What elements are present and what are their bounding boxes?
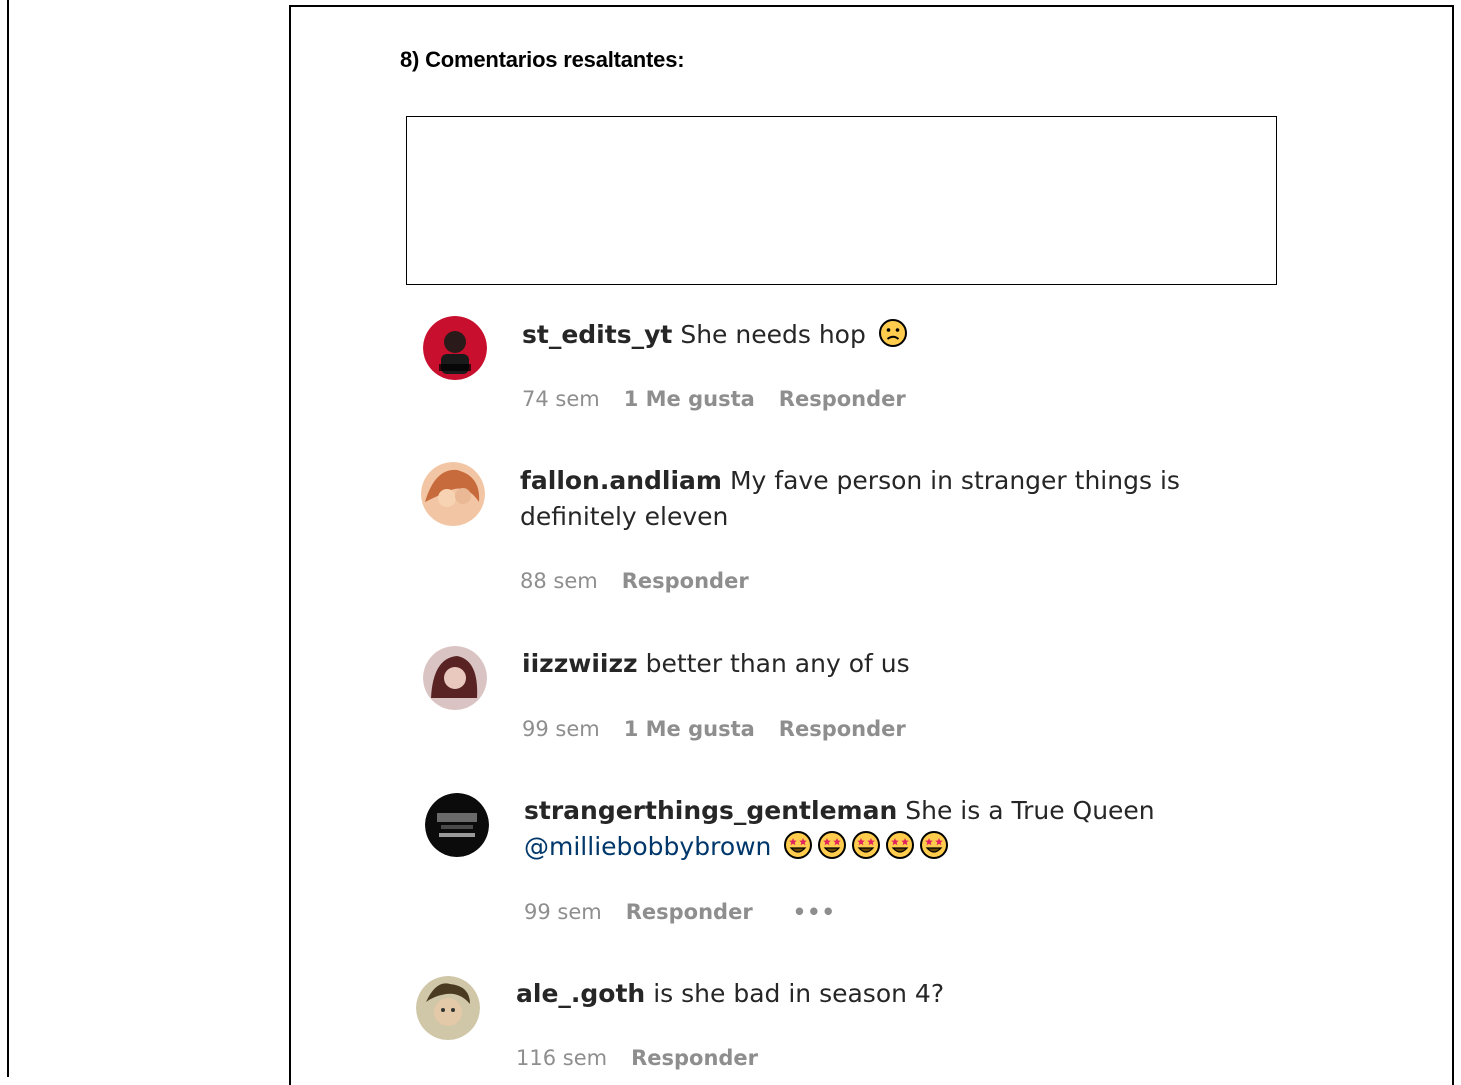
page-border-left bbox=[7, 0, 9, 1077]
avatar[interactable] bbox=[423, 316, 487, 380]
frowning-face-icon bbox=[878, 319, 907, 347]
comment-time: 116 sem bbox=[516, 1046, 608, 1070]
empty-frame bbox=[406, 116, 1277, 285]
avatar-image bbox=[425, 793, 489, 857]
emoji-row bbox=[779, 831, 949, 861]
comment-text: iizzwiizz better than any of us bbox=[522, 646, 1282, 682]
star-struck-face-icon bbox=[784, 831, 813, 859]
comment-username[interactable]: strangerthings_gentleman bbox=[524, 796, 897, 825]
star-struck-face-icon bbox=[818, 831, 847, 859]
comment-body: is she bad in season 4? bbox=[653, 979, 945, 1008]
comment-text: ale_.goth is she bad in season 4? bbox=[516, 976, 1276, 1012]
comment-body: better than any of us bbox=[645, 649, 910, 678]
reply-button[interactable]: Responder bbox=[626, 900, 753, 924]
avatar[interactable] bbox=[416, 976, 480, 1040]
avatar-image bbox=[423, 316, 487, 380]
avatar-image bbox=[423, 646, 487, 710]
star-struck-face-icon bbox=[852, 831, 881, 859]
reply-button[interactable]: Responder bbox=[779, 387, 906, 411]
comment-body: She is a True Queen bbox=[905, 796, 1155, 825]
avatar-image bbox=[416, 976, 480, 1040]
comment-time: 88 sem bbox=[520, 569, 598, 593]
comment-text: st_edits_yt She needs hop bbox=[522, 317, 1282, 353]
avatar[interactable] bbox=[423, 646, 487, 710]
avatar[interactable] bbox=[421, 462, 485, 526]
comment-text: fallon.andliam My fave person in stranger… bbox=[520, 463, 1280, 535]
reply-button[interactable]: Responder bbox=[631, 1046, 758, 1070]
comment-body: She needs hop bbox=[680, 320, 866, 349]
comment-likes[interactable]: 1 Me gusta bbox=[624, 717, 755, 741]
avatar[interactable] bbox=[425, 793, 489, 857]
mention-link[interactable]: @milliebobbybrown bbox=[524, 832, 771, 861]
comment-time: 99 sem bbox=[522, 717, 600, 741]
comment-username[interactable]: ale_.goth bbox=[516, 979, 645, 1008]
more-options-icon[interactable]: ••• bbox=[793, 900, 836, 924]
reply-button[interactable]: Responder bbox=[622, 569, 749, 593]
reply-button[interactable]: Responder bbox=[779, 717, 906, 741]
comment-username[interactable]: iizzwiizz bbox=[522, 649, 638, 678]
comment-username[interactable]: st_edits_yt bbox=[522, 320, 672, 349]
star-struck-face-icon bbox=[920, 831, 949, 859]
comment-time: 99 sem bbox=[524, 900, 602, 924]
section-heading: 8) Comentarios resaltantes: bbox=[400, 47, 685, 72]
comment-meta: 99 sem 1 Me gusta Responder bbox=[522, 717, 930, 741]
comment-likes[interactable]: 1 Me gusta bbox=[624, 387, 755, 411]
star-struck-face-icon bbox=[886, 831, 915, 859]
comment-meta: 99 sem Responder ••• bbox=[524, 900, 860, 924]
comment-meta: 74 sem 1 Me gusta Responder bbox=[522, 387, 930, 411]
comment-time: 74 sem bbox=[522, 387, 600, 411]
avatar-image bbox=[421, 462, 485, 526]
comment-text: strangerthings_gentleman She is a True Qu… bbox=[524, 793, 1284, 865]
comment-username[interactable]: fallon.andliam bbox=[520, 466, 722, 495]
comment-meta: 88 sem Responder bbox=[520, 569, 773, 593]
comment-meta: 116 sem Responder bbox=[516, 1046, 782, 1070]
